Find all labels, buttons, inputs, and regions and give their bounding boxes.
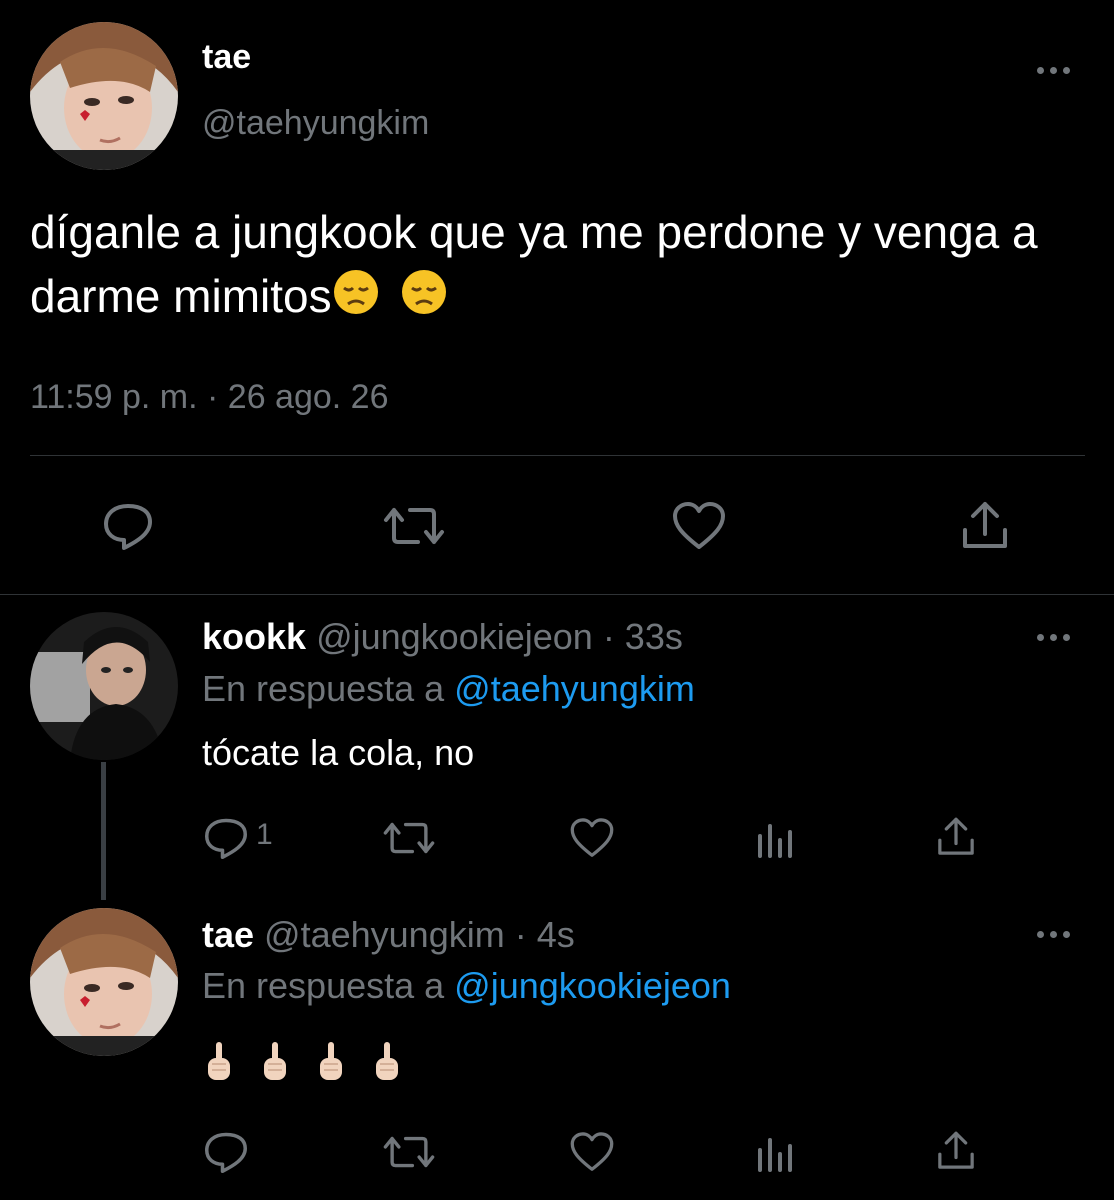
reply-header: kookk @jungkookiejeon · 33s [202,616,683,658]
retweet-icon[interactable] [382,500,446,552]
reply-count: 1 [256,818,273,851]
more-options-icon[interactable] [1037,634,1070,641]
replying-to: En respuesta a @jungkookiejeon [202,965,731,1007]
reply-text: tócate la cola, no [202,732,475,773]
middle-finger-emoji [260,1040,290,1089]
replying-to-mention[interactable]: @jungkookiejeon [454,965,731,1006]
like-icon[interactable] [568,1130,616,1174]
more-options-icon[interactable] [1037,67,1070,74]
author-display-name[interactable]: tae [202,38,251,77]
reply-emoji-row [204,1040,402,1089]
analytics-icon[interactable] [752,816,796,860]
thread-connector-line [101,762,106,900]
retweet-icon[interactable] [382,816,436,860]
retweet-icon[interactable] [382,1130,436,1174]
divider [30,455,1085,456]
share-icon[interactable] [957,498,1013,554]
replying-to-label: En respuesta a [202,965,445,1006]
more-options-icon[interactable] [1037,931,1070,938]
share-icon[interactable] [934,814,978,860]
reply-time[interactable]: · 33s [603,616,683,657]
author-handle[interactable]: @taehyungkim [202,104,429,143]
reply-header: tae @taehyungkim · 4s [202,914,575,956]
like-icon[interactable] [670,500,728,552]
tweet-text: díganle a jungkook que ya me perdone y v… [30,200,1080,332]
like-icon[interactable] [568,816,616,860]
section-divider [0,594,1114,595]
reply-icon[interactable] [100,500,156,552]
middle-finger-emoji [316,1040,346,1089]
reply-icon[interactable] [202,816,250,860]
author-avatar[interactable] [30,22,178,170]
replying-to: En respuesta a @taehyungkim [202,668,695,710]
reply-time[interactable]: · 4s [515,914,575,955]
reply-display-name[interactable]: tae [202,914,254,955]
reply-author-avatar[interactable] [30,612,178,760]
reply-display-name[interactable]: kookk [202,616,306,657]
tweet-text-content: díganle a jungkook que ya me perdone y v… [30,206,1038,322]
replying-to-label: En respuesta a [202,668,445,709]
disappointed-face-emoji [400,268,448,332]
middle-finger-emoji [372,1040,402,1089]
reply-icon[interactable] [202,1130,250,1174]
share-icon[interactable] [934,1128,978,1174]
reply-handle[interactable]: @jungkookiejeon [316,616,593,657]
tweet-timestamp[interactable]: 11:59 p. m. · 26 ago. 26 [30,378,389,417]
reply-handle[interactable]: @taehyungkim [264,914,505,955]
analytics-icon[interactable] [752,1130,796,1174]
disappointed-face-emoji [332,268,380,332]
replying-to-mention[interactable]: @taehyungkim [454,668,695,709]
middle-finger-emoji [204,1040,234,1089]
reply-author-avatar[interactable] [30,908,178,1056]
